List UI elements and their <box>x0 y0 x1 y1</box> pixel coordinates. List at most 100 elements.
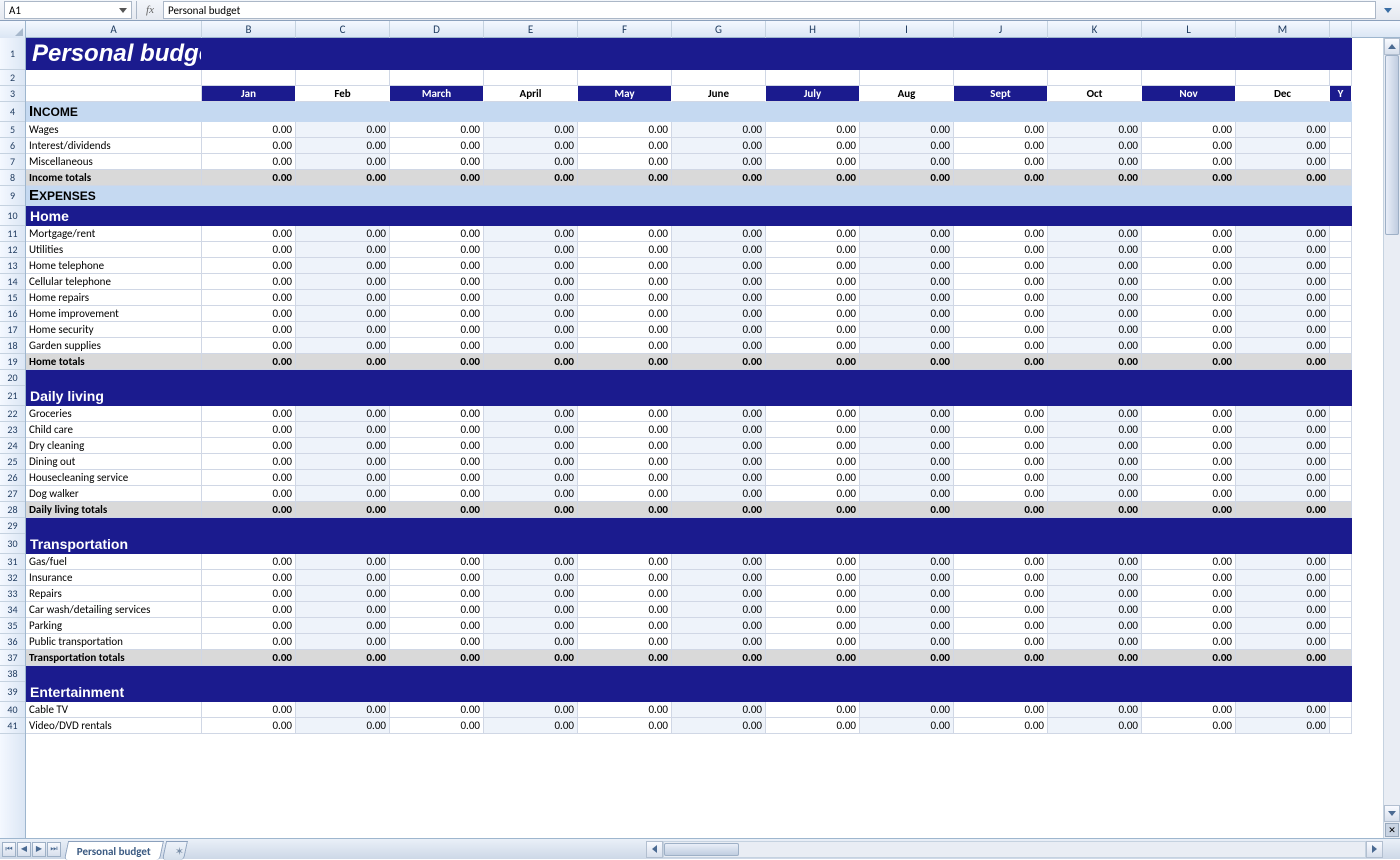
value-cell[interactable]: 0.00 <box>954 470 1048 486</box>
row-label[interactable]: Groceries <box>26 406 202 422</box>
value-cell[interactable]: 0.00 <box>1048 486 1142 502</box>
value-cell[interactable]: 0.00 <box>578 138 672 154</box>
value-cell[interactable]: 0.00 <box>578 258 672 274</box>
value-cell[interactable]: 0.00 <box>860 586 954 602</box>
scrollbar-track[interactable] <box>1384 55 1400 805</box>
value-cell[interactable]: 0.00 <box>860 226 954 242</box>
value-cell[interactable]: 0.00 <box>1236 306 1330 322</box>
row-label[interactable]: Gas/fuel <box>26 554 202 570</box>
row-label[interactable]: Home repairs <box>26 290 202 306</box>
value-cell[interactable]: 0.00 <box>1048 290 1142 306</box>
value-cell[interactable]: 0.00 <box>1236 338 1330 354</box>
value-cell[interactable]: 0.00 <box>954 306 1048 322</box>
value-cell[interactable]: 0.00 <box>1048 242 1142 258</box>
value-cell[interactable]: 0.00 <box>1236 438 1330 454</box>
value-cell[interactable]: 0.00 <box>672 322 766 338</box>
row-header-13[interactable]: 13 <box>0 258 25 274</box>
hscroll-track[interactable] <box>663 841 1366 858</box>
value-cell[interactable]: 0.00 <box>1236 322 1330 338</box>
value-cell[interactable]: 0.00 <box>1048 702 1142 718</box>
value-cell[interactable]: 0.00 <box>766 570 860 586</box>
value-cell[interactable]: 0.00 <box>578 554 672 570</box>
value-cell[interactable]: 0.00 <box>202 226 296 242</box>
value-cell[interactable]: 0.00 <box>766 422 860 438</box>
row-label[interactable]: Interest/dividends <box>26 138 202 154</box>
formula-input[interactable]: Personal budget <box>163 1 1376 19</box>
column-header-J[interactable]: J <box>954 21 1048 38</box>
row-header-11[interactable]: 11 <box>0 226 25 242</box>
value-cell[interactable]: 0.00 <box>766 338 860 354</box>
value-cell[interactable]: 0.00 <box>1142 338 1236 354</box>
value-cell[interactable]: 0.00 <box>1048 602 1142 618</box>
blank[interactable] <box>954 70 1048 86</box>
row-header-9[interactable]: 9 <box>0 186 25 206</box>
value-cell[interactable]: 0.00 <box>578 306 672 322</box>
value-cell[interactable]: 0.00 <box>390 554 484 570</box>
fx-button[interactable]: fx <box>141 1 159 19</box>
value-cell[interactable]: 0.00 <box>672 470 766 486</box>
value-cell[interactable]: 0.00 <box>860 274 954 290</box>
value-cell[interactable]: 0.00 <box>578 322 672 338</box>
value-cell[interactable]: 0.00 <box>1142 554 1236 570</box>
value-cell[interactable]: 0.00 <box>1236 486 1330 502</box>
value-cell[interactable]: 0.00 <box>1048 154 1142 170</box>
cell[interactable] <box>1330 406 1352 422</box>
expand-formula-bar-icon[interactable] <box>1380 1 1396 19</box>
value-cell[interactable]: 0.00 <box>860 258 954 274</box>
row-header-17[interactable]: 17 <box>0 322 25 338</box>
value-cell[interactable]: 0.00 <box>1048 570 1142 586</box>
value-cell[interactable]: 0.00 <box>390 422 484 438</box>
value-cell[interactable]: 0.00 <box>860 422 954 438</box>
value-cell[interactable]: 0.00 <box>390 718 484 734</box>
value-cell[interactable]: 0.00 <box>766 702 860 718</box>
value-cell[interactable]: 0.00 <box>390 226 484 242</box>
row-header-6[interactable]: 6 <box>0 138 25 154</box>
cell[interactable] <box>1330 438 1352 454</box>
value-cell[interactable]: 0.00 <box>484 154 578 170</box>
value-cell[interactable]: 0.00 <box>390 618 484 634</box>
blank[interactable] <box>296 70 390 86</box>
value-cell[interactable]: 0.00 <box>578 570 672 586</box>
row-header-35[interactable]: 35 <box>0 618 25 634</box>
cell[interactable] <box>1330 702 1352 718</box>
value-cell[interactable]: 0.00 <box>672 122 766 138</box>
value-cell[interactable]: 0.00 <box>766 470 860 486</box>
cell[interactable] <box>1330 586 1352 602</box>
value-cell[interactable]: 0.00 <box>484 242 578 258</box>
value-cell[interactable]: 0.00 <box>390 438 484 454</box>
row-header-39[interactable]: 39 <box>0 682 25 702</box>
value-cell[interactable]: 0.00 <box>202 154 296 170</box>
value-cell[interactable]: 0.00 <box>860 486 954 502</box>
value-cell[interactable]: 0.00 <box>954 138 1048 154</box>
blank[interactable] <box>672 70 766 86</box>
value-cell[interactable]: 0.00 <box>1142 226 1236 242</box>
row-label[interactable]: Cellular telephone <box>26 274 202 290</box>
row-header-19[interactable]: 19 <box>0 354 25 370</box>
value-cell[interactable]: 0.00 <box>202 138 296 154</box>
row-label[interactable]: Car wash/detailing services <box>26 602 202 618</box>
value-cell[interactable]: 0.00 <box>578 422 672 438</box>
value-cell[interactable]: 0.00 <box>1142 454 1236 470</box>
cell[interactable] <box>1330 338 1352 354</box>
value-cell[interactable]: 0.00 <box>202 586 296 602</box>
value-cell[interactable]: 0.00 <box>296 290 390 306</box>
value-cell[interactable]: 0.00 <box>1236 618 1330 634</box>
row-header-32[interactable]: 32 <box>0 570 25 586</box>
value-cell[interactable]: 0.00 <box>954 422 1048 438</box>
value-cell[interactable]: 0.00 <box>860 290 954 306</box>
blank[interactable] <box>766 70 860 86</box>
value-cell[interactable]: 0.00 <box>484 554 578 570</box>
value-cell[interactable]: 0.00 <box>578 226 672 242</box>
sheet-tab-active[interactable]: Personal budget <box>64 841 164 860</box>
value-cell[interactable]: 0.00 <box>954 338 1048 354</box>
value-cell[interactable]: 0.00 <box>578 122 672 138</box>
value-cell[interactable]: 0.00 <box>296 422 390 438</box>
blank[interactable] <box>578 70 672 86</box>
value-cell[interactable]: 0.00 <box>860 154 954 170</box>
value-cell[interactable]: 0.00 <box>390 258 484 274</box>
value-cell[interactable]: 0.00 <box>1236 290 1330 306</box>
cell[interactable] <box>1330 422 1352 438</box>
row-label[interactable]: Parking <box>26 618 202 634</box>
value-cell[interactable]: 0.00 <box>202 338 296 354</box>
value-cell[interactable]: 0.00 <box>390 122 484 138</box>
